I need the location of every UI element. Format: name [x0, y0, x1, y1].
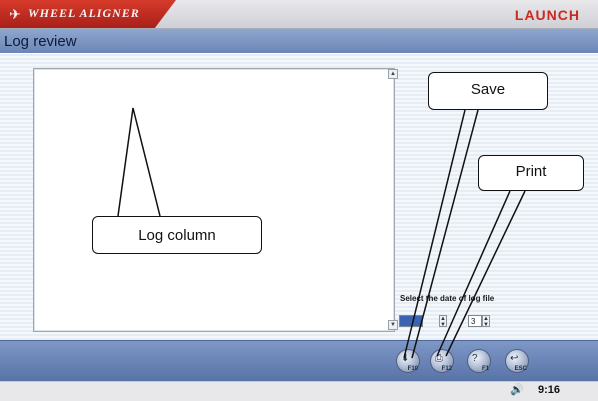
exit-icon: ↩	[510, 353, 519, 364]
save-icon: ⬇	[401, 353, 410, 364]
exit-button[interactable]: ↩ ESC	[505, 349, 529, 373]
help-button[interactable]: ? F1	[467, 349, 491, 373]
volume-tray-icon[interactable]: 🔊	[510, 383, 524, 396]
page-title: Log review	[4, 33, 77, 50]
save-key-label: F10	[407, 366, 418, 372]
date-selector-label: Select the date of log file	[400, 294, 495, 303]
callout-log-column: Log column	[92, 216, 262, 254]
print-icon: ⎙	[435, 353, 443, 364]
log-column[interactable]	[33, 68, 395, 332]
scroll-up-arrow-icon[interactable]: ▲	[388, 69, 398, 79]
callout-save: Save	[428, 72, 548, 110]
status-bar	[0, 381, 598, 401]
save-button[interactable]: ⬇ F10	[396, 349, 420, 373]
brand-tab: ✈ WHEEL ALIGNER	[0, 0, 176, 28]
callout-print: Print	[478, 155, 584, 191]
title-bar: Log review	[0, 29, 598, 53]
print-key-label: F12	[441, 366, 452, 372]
date-spinner-secondary[interactable]: ▲ ▼	[482, 315, 490, 328]
app-brand-name: WHEEL ALIGNER	[28, 6, 140, 20]
date-field-primary[interactable]	[399, 315, 423, 327]
vendor-logo: LAUNCH	[514, 7, 580, 23]
wheel-logo-icon: ✈	[9, 6, 21, 22]
exit-key-label: ESC	[514, 366, 527, 372]
clock: 9:16	[538, 384, 561, 396]
print-button[interactable]: ⎙ F12	[430, 349, 454, 373]
date-spinner-primary[interactable]: ▲ ▼	[439, 315, 447, 328]
help-key-label: F1	[481, 366, 489, 372]
date-field-secondary[interactable]: 3	[468, 315, 482, 327]
scroll-down-arrow-icon[interactable]: ▼	[388, 320, 398, 330]
help-icon: ?	[472, 353, 478, 364]
app-header: ✈ WHEEL ALIGNER LAUNCH	[0, 0, 598, 29]
